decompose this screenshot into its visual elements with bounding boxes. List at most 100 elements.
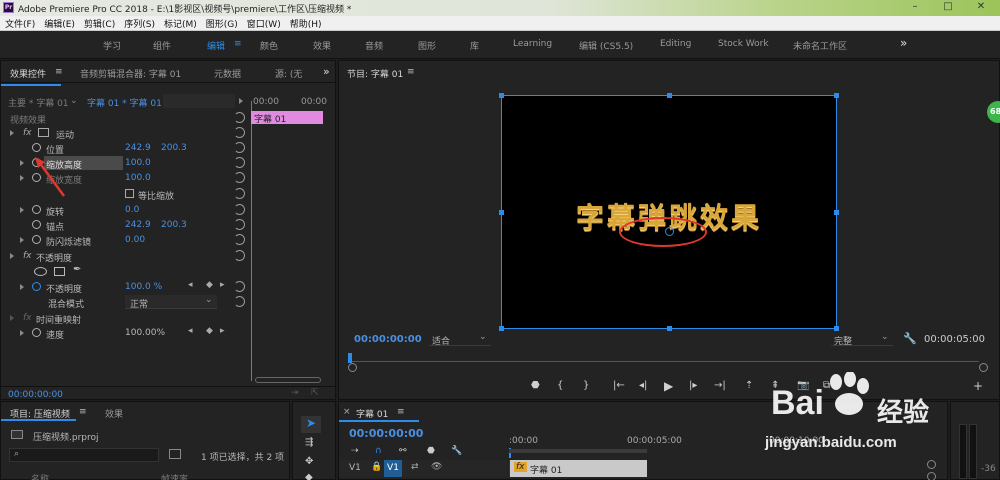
transform-handle[interactable] <box>834 326 839 331</box>
reset-opacity-section-icon[interactable] <box>234 250 245 261</box>
filter-icon[interactable]: ⇥ <box>291 388 299 398</box>
add-marker-icon[interactable]: ⬣ <box>427 446 435 456</box>
tab-effects[interactable]: 效果 <box>105 407 123 420</box>
workspace-learn[interactable]: 学习 <box>103 39 121 52</box>
expand-opacity-icon[interactable] <box>10 253 14 259</box>
workspace-learning-en[interactable]: Learning <box>513 39 552 49</box>
stopwatch-icon[interactable] <box>32 220 41 229</box>
add-keyframe-icon[interactable]: ◆ <box>206 326 213 336</box>
selection-tool-icon[interactable]: ➤ <box>301 416 321 433</box>
workspace-color[interactable]: 颜色 <box>260 39 278 52</box>
zoom-left-handle[interactable] <box>348 363 357 372</box>
export-icon[interactable]: ⇱ <box>311 388 319 398</box>
transform-handle[interactable] <box>499 210 504 215</box>
nest-sequence-icon[interactable]: ⇢ <box>351 446 359 456</box>
notification-badge[interactable]: 68 <box>987 101 1000 123</box>
ripple-edit-tool-icon[interactable]: ✥ <box>305 456 313 467</box>
stopwatch-icon[interactable] <box>32 143 41 152</box>
add-keyframe-icon[interactable]: ◆ <box>206 280 213 290</box>
expand-motion-icon[interactable] <box>10 130 14 136</box>
reset-motion-icon[interactable] <box>234 127 245 138</box>
panel-menu-icon[interactable]: ≡ <box>397 407 405 417</box>
expand-rotation-icon[interactable] <box>20 207 24 213</box>
scale-height-value[interactable]: 100.0 <box>125 158 151 168</box>
reset-scale-height-icon[interactable] <box>234 157 245 168</box>
tab-metadata[interactable]: 元数据 <box>214 67 241 80</box>
column-name[interactable]: 名称 <box>31 472 49 480</box>
scrub-bar[interactable] <box>349 361 979 362</box>
tab-program[interactable]: 节目: 字幕 01 <box>347 67 403 80</box>
opacity-value[interactable]: 100.0 % <box>125 282 162 292</box>
new-bin-icon[interactable] <box>169 449 181 459</box>
workspace-graphics[interactable]: 图形 <box>418 39 436 52</box>
rotation-value[interactable]: 0.0 <box>125 205 139 215</box>
menu-help[interactable]: 帮助(H) <box>285 16 326 30</box>
play-button[interactable]: ▶ <box>664 379 673 393</box>
reset-video-effects-icon[interactable] <box>234 112 245 123</box>
step-forward-button[interactable]: |▸ <box>689 380 697 391</box>
transform-handle[interactable] <box>499 326 504 331</box>
anchor-y-value[interactable]: 200.3 <box>161 220 187 230</box>
go-to-in-button[interactable]: |← <box>613 380 625 391</box>
menu-window[interactable]: 窗口(W) <box>242 16 285 30</box>
source-patch-v1[interactable]: V1 <box>384 460 402 477</box>
razor-tool-icon[interactable]: ◆ <box>305 472 313 480</box>
prev-keyframe-icon[interactable]: ◂ <box>188 326 193 336</box>
speed-value[interactable]: 100.00% <box>125 328 165 338</box>
reset-position-icon[interactable] <box>234 142 245 153</box>
mini-timeline-zoom-scrollbar[interactable] <box>255 377 321 383</box>
anchor-x-value[interactable]: 242.9 <box>125 220 151 230</box>
panel-menu-icon[interactable]: ≡ <box>55 67 63 77</box>
expand-scale-width-icon[interactable] <box>20 175 24 181</box>
chevron-down-icon[interactable]: ⌄ <box>70 96 78 106</box>
column-frame-rate[interactable]: 帧速率 <box>161 472 188 480</box>
mini-clip-bar[interactable]: 字幕 01 <box>251 111 323 125</box>
close-button[interactable]: ✕ <box>966 1 996 15</box>
workspace-assembly[interactable]: 组件 <box>153 39 171 52</box>
workspace-editing-en[interactable]: Editing <box>660 39 691 49</box>
reset-anchor-icon[interactable] <box>234 219 245 230</box>
uniform-scale-checkbox[interactable] <box>125 189 134 198</box>
reset-scale-width-icon[interactable] <box>234 172 245 183</box>
next-keyframe-icon[interactable]: ▸ <box>220 280 225 290</box>
work-area-bar[interactable] <box>509 449 647 453</box>
expand-scale-height-icon[interactable] <box>20 160 24 166</box>
workspace-editing-cs55[interactable]: 编辑 (CS5.5) <box>579 39 633 52</box>
scale-width-value[interactable]: 100.0 <box>125 173 151 183</box>
next-keyframe-icon[interactable]: ▸ <box>220 326 225 336</box>
reset-blend-icon[interactable] <box>234 296 245 307</box>
workspace-editing[interactable]: 编辑 <box>207 39 225 52</box>
tab-sequence[interactable]: 字幕 01 <box>356 407 388 420</box>
tab-source[interactable]: 源: (无 <box>275 67 302 80</box>
ellipse-mask-icon[interactable] <box>34 267 47 276</box>
transform-handle[interactable] <box>499 93 504 98</box>
play-only-audio-icon[interactable] <box>239 98 243 104</box>
expand-antiflicker-icon[interactable] <box>20 237 24 243</box>
panel-menu-icon[interactable]: ≡ <box>407 67 415 77</box>
menu-clip[interactable]: 剪辑(C) <box>79 16 119 30</box>
transform-handle[interactable] <box>834 93 839 98</box>
add-marker-button[interactable]: ⬣ <box>531 380 540 391</box>
workspace-audio[interactable]: 音频 <box>365 39 383 52</box>
workspace-untitled[interactable]: 未命名工作区 <box>793 39 847 52</box>
reset-uniform-scale-icon[interactable] <box>234 188 245 199</box>
opacity-section-row[interactable]: fx 不透明度 <box>1 249 249 264</box>
time-remap-row[interactable]: fx 时间重映射 <box>1 311 249 326</box>
tab-audio-mixer[interactable]: 音频剪辑混合器: 字幕 01 <box>80 67 181 80</box>
transform-handle[interactable] <box>667 326 672 331</box>
stopwatch-active-icon[interactable] <box>32 282 41 291</box>
maximize-button[interactable]: □ <box>933 1 963 15</box>
fx-icon[interactable]: fx <box>23 128 32 138</box>
program-timecode[interactable]: 00:00:00:00 <box>354 334 422 345</box>
sync-lock-icon[interactable]: ⇄ <box>411 462 419 472</box>
close-tab-icon[interactable]: × <box>343 407 351 417</box>
fx-icon[interactable]: fx <box>23 251 32 261</box>
motion-row[interactable]: fx 运动 <box>1 126 249 141</box>
master-clip-label[interactable]: 主要 * 字幕 01 <box>8 96 69 109</box>
blend-mode-select[interactable]: 正常 ⌄ <box>125 295 217 310</box>
expand-speed-icon[interactable] <box>20 330 24 336</box>
antiflicker-value[interactable]: 0.00 <box>125 235 145 245</box>
transform-handle[interactable] <box>834 210 839 215</box>
footer-timecode[interactable]: 00:00:00:00 <box>8 390 63 400</box>
eye-icon[interactable]: 👁 <box>431 462 442 472</box>
